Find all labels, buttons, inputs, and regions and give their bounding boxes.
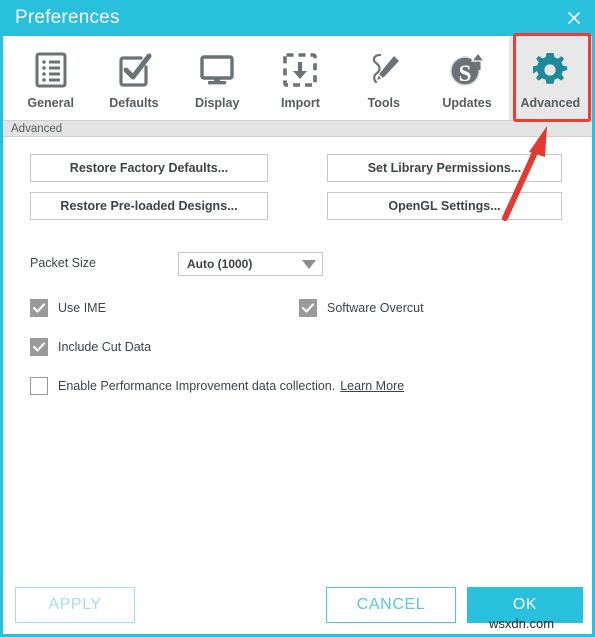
dialog-footer: APPLY CANCEL OK: [3, 580, 592, 634]
tab-import[interactable]: Import: [259, 36, 342, 120]
tab-general-label: General: [27, 95, 74, 110]
tab-display[interactable]: Display: [176, 36, 259, 120]
tab-import-label: Import: [281, 95, 320, 110]
enable-performance-improvement-checkbox[interactable]: [30, 377, 48, 395]
packet-size-value: Auto (1000): [187, 257, 253, 271]
opengl-settings-button[interactable]: OpenGL Settings...: [327, 192, 562, 220]
include-cut-data-row[interactable]: Include Cut Data: [30, 338, 151, 356]
tab-tools[interactable]: Tools: [342, 36, 425, 120]
tab-updates-label: Updates: [442, 95, 492, 110]
tab-defaults[interactable]: Defaults: [92, 36, 175, 120]
tab-defaults-label: Defaults: [109, 95, 159, 110]
tab-advanced-label: Advanced: [520, 95, 581, 110]
enable-performance-improvement-row[interactable]: Enable Performance Improvement data coll…: [30, 377, 404, 395]
pen-draw-icon: [364, 47, 404, 93]
restore-factory-defaults-button[interactable]: Restore Factory Defaults...: [30, 154, 268, 182]
tab-display-label: Display: [194, 95, 240, 110]
section-header: Advanced: [3, 120, 592, 137]
tab-strip: General Defaults Display Import Tools S …: [3, 36, 592, 120]
gear-icon: [530, 47, 570, 93]
cancel-button[interactable]: CANCEL: [326, 587, 456, 623]
use-ime-checkbox[interactable]: [30, 299, 48, 317]
tab-general[interactable]: General: [9, 36, 92, 120]
use-ime-row[interactable]: Use IME: [30, 299, 106, 317]
svg-text:S: S: [459, 61, 472, 86]
updates-s-arrow-icon: S: [447, 47, 487, 93]
software-overcut-row[interactable]: Software Overcut: [299, 299, 424, 317]
apply-button[interactable]: APPLY: [15, 587, 135, 623]
software-overcut-checkbox[interactable]: [299, 299, 317, 317]
advanced-settings-panel: Restore Factory Defaults... Restore Pre-…: [3, 137, 592, 580]
title-bar: Preferences: [0, 0, 595, 36]
chevron-down-icon: [296, 259, 322, 269]
software-overcut-label: Software Overcut: [327, 301, 424, 315]
restore-preloaded-designs-button[interactable]: Restore Pre-loaded Designs...: [30, 192, 268, 220]
enable-performance-improvement-label: Enable Performance Improvement data coll…: [58, 379, 336, 393]
include-cut-data-checkbox[interactable]: [30, 338, 48, 356]
preferences-dialog: Preferences General Defaults Display Imp…: [0, 0, 595, 637]
monitor-icon: [197, 47, 237, 93]
page-title: Preferences: [15, 7, 120, 28]
close-icon[interactable]: [553, 0, 595, 36]
tab-advanced[interactable]: Advanced: [508, 36, 592, 120]
set-library-permissions-button[interactable]: Set Library Permissions...: [327, 154, 562, 182]
checkbox-check-icon: [114, 47, 154, 93]
tab-tools-label: Tools: [367, 95, 400, 110]
section-header-label: Advanced: [11, 122, 63, 135]
include-cut-data-label: Include Cut Data: [58, 340, 152, 354]
list-document-icon: [31, 47, 71, 93]
tab-updates[interactable]: S Updates: [425, 36, 508, 120]
packet-size-dropdown[interactable]: Auto (1000): [178, 252, 323, 276]
packet-size-label: Packet Size: [30, 256, 97, 270]
packet-size-row: Packet Size Auto (1000): [3, 252, 592, 276]
import-download-icon: [280, 47, 320, 93]
learn-more-link[interactable]: Learn More: [340, 379, 404, 393]
use-ime-label: Use IME: [58, 301, 106, 315]
ok-button[interactable]: OK: [467, 587, 583, 623]
